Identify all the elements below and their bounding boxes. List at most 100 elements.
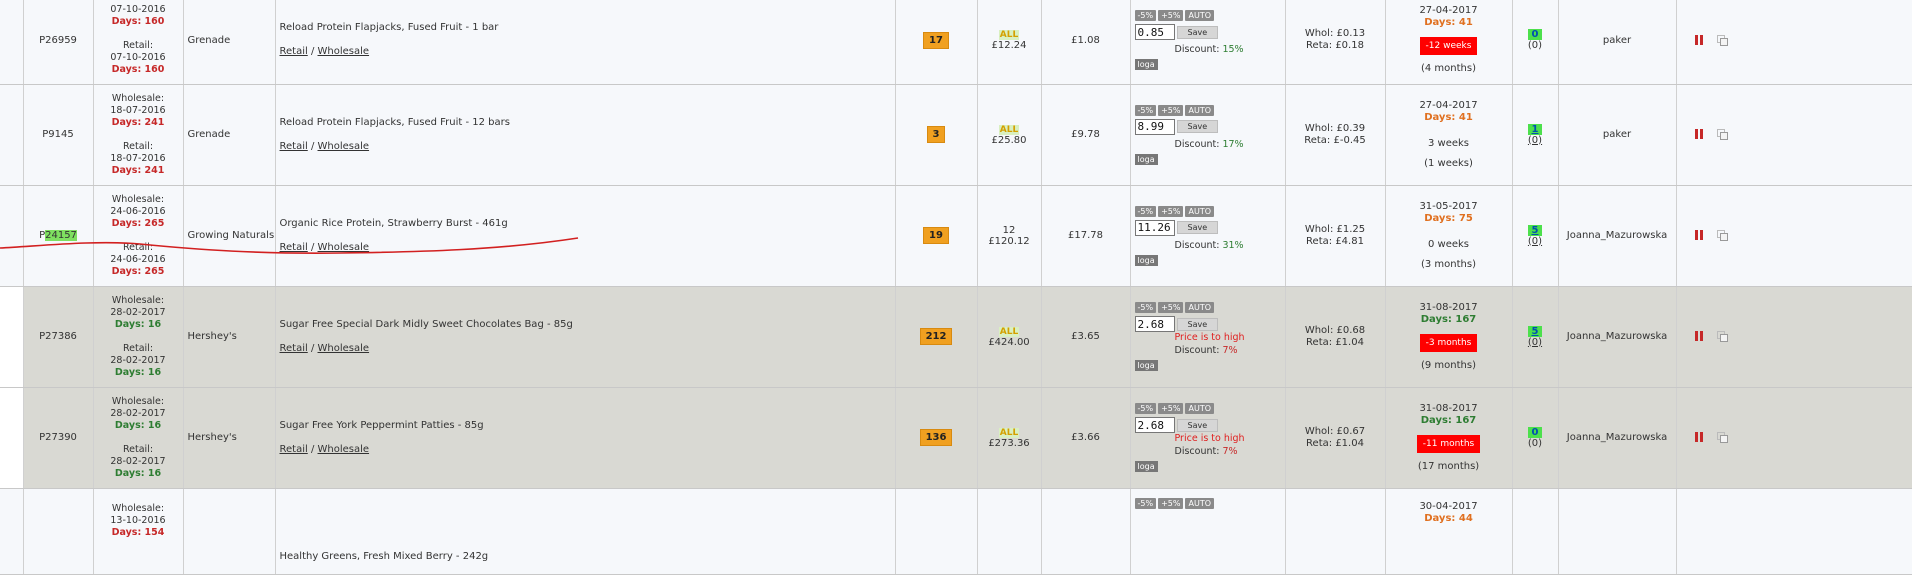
wholesale-days: Days: 154 — [111, 526, 165, 538]
orders-badge[interactable]: 5 — [1527, 224, 1543, 236]
save-button[interactable]: Save — [1176, 221, 1219, 234]
plus-5-button[interactable]: +5% — [1158, 497, 1184, 509]
dates-cell: Wholesale: 24-06-2016 Days: 265 Retail: … — [93, 185, 184, 287]
all-cell: ALL £273.36 — [977, 387, 1042, 489]
wholesale-link[interactable]: Wholesale — [318, 242, 370, 253]
retail-link[interactable]: Retail — [280, 242, 308, 253]
all-cell: ALL £25.80 — [977, 84, 1042, 186]
retail-link[interactable]: Retail — [280, 141, 308, 152]
copy-icon[interactable] — [1716, 331, 1728, 342]
minus-5-button[interactable]: -5% — [1134, 302, 1157, 313]
loga-button[interactable]: loga — [1134, 254, 1158, 266]
plus-5-button[interactable]: +5% — [1158, 403, 1184, 414]
sell-price-input[interactable] — [1134, 24, 1175, 41]
product-name: Sugar Free York Peppermint Patties - 85g — [279, 419, 484, 431]
pause-icon[interactable] — [1694, 230, 1703, 240]
wholesale-days: Days: 241 — [111, 116, 165, 128]
plus-5-button[interactable]: +5% — [1158, 10, 1184, 22]
sell-price-input[interactable] — [1134, 316, 1175, 332]
orders-badge[interactable]: 0 — [1527, 29, 1543, 41]
pause-icon[interactable] — [1694, 129, 1703, 139]
pause-icon[interactable] — [1694, 432, 1703, 442]
cost-price: £9.78 — [1041, 84, 1131, 186]
dates-cell: Wholesale: 13-10-2016 Days: 154 — [93, 488, 184, 575]
plus-5-button[interactable]: +5% — [1158, 104, 1184, 116]
auto-button[interactable]: AUTO — [1185, 104, 1214, 116]
margin-cell: Whol: £1.25 Reta: £4.81 — [1285, 185, 1386, 287]
save-button[interactable]: Save — [1176, 418, 1219, 432]
loga-button[interactable]: loga — [1134, 461, 1158, 472]
retail-link[interactable]: Retail — [280, 444, 308, 455]
brand: Grenade — [183, 84, 276, 186]
minus-5-button[interactable]: -5% — [1134, 497, 1157, 509]
pause-icon[interactable] — [1694, 331, 1703, 341]
plus-5-button[interactable]: +5% — [1158, 205, 1184, 217]
orders-sub[interactable]: (0) — [1513, 135, 1558, 146]
expiry-cell: 27-04-2017 Days: 41 -12 weeks (4 months) — [1385, 0, 1513, 85]
expiry-date: 31-08-2017 — [1419, 402, 1478, 414]
expiry-alert: -3 months — [1419, 333, 1478, 352]
brand: Hershey's — [183, 387, 276, 489]
expiry-days: Days: 41 — [1424, 111, 1473, 123]
pause-icon[interactable] — [1694, 34, 1703, 45]
retail-link[interactable]: Retail — [280, 46, 308, 57]
orders-badge[interactable]: 1 — [1527, 123, 1543, 135]
reta-label: Reta: — [1306, 40, 1333, 52]
minus-5-button[interactable]: -5% — [1134, 403, 1157, 414]
discount-value: 7% — [1222, 345, 1238, 356]
orders-cell: 0 (0) — [1512, 0, 1559, 85]
copy-icon[interactable] — [1716, 432, 1728, 443]
minus-5-button[interactable]: -5% — [1134, 205, 1157, 217]
sell-price-input[interactable] — [1134, 118, 1175, 135]
auto-button[interactable]: AUTO — [1185, 403, 1214, 414]
orders-sub[interactable]: (0) — [1513, 337, 1558, 348]
wholesale-days: Days: 265 — [111, 217, 165, 229]
user: paker — [1558, 0, 1677, 85]
sell-price-input[interactable] — [1134, 219, 1175, 236]
wholesale-label: Wholesale: — [111, 92, 165, 104]
stock-badge: 19 — [923, 227, 949, 244]
product-id: P9145 — [23, 84, 94, 186]
sell-cell: -5% +5% AUTO — [1130, 488, 1286, 575]
save-button[interactable]: Save — [1176, 25, 1219, 39]
auto-button[interactable]: AUTO — [1185, 10, 1214, 22]
brand: Growing Naturals — [183, 185, 276, 287]
margin-cell: Whol: £0.13 Reta: £0.18 — [1285, 0, 1386, 85]
all-count: 12 — [1002, 224, 1016, 236]
wholesale-link[interactable]: Wholesale — [318, 343, 370, 354]
wholesale-link[interactable]: Wholesale — [318, 141, 370, 152]
retail-days: Days: 16 — [114, 467, 162, 479]
orders-badge[interactable]: 5 — [1527, 325, 1543, 337]
wholesale-link[interactable]: Wholesale — [318, 46, 370, 57]
discount-label: Discount: — [1174, 446, 1220, 457]
product-cell: Reload Protein Flapjacks, Fused Fruit - … — [275, 0, 896, 85]
loga-button[interactable]: loga — [1134, 153, 1158, 165]
stock-badge: 3 — [926, 126, 946, 143]
all-cell: ALL £12.24 — [977, 0, 1042, 85]
minus-5-button[interactable]: -5% — [1134, 10, 1157, 22]
loga-button[interactable]: loga — [1134, 59, 1158, 71]
loga-button[interactable]: loga — [1134, 360, 1158, 371]
auto-button[interactable]: AUTO — [1185, 205, 1214, 217]
wholesale-days: Days: 16 — [114, 318, 162, 330]
save-button[interactable]: Save — [1176, 120, 1219, 133]
slash: / — [310, 342, 315, 354]
save-button[interactable]: Save — [1176, 317, 1219, 331]
auto-button[interactable]: AUTO — [1185, 302, 1214, 313]
copy-icon[interactable] — [1716, 230, 1728, 241]
row-gutter — [0, 84, 24, 186]
retail-link[interactable]: Retail — [280, 343, 308, 354]
wholesale-label: Wholesale: — [111, 502, 165, 514]
row-gutter — [0, 488, 24, 575]
plus-5-button[interactable]: +5% — [1158, 302, 1184, 313]
orders-sub[interactable]: (0) — [1513, 236, 1558, 247]
wholesale-link[interactable]: Wholesale — [318, 444, 370, 455]
copy-icon[interactable] — [1716, 129, 1728, 140]
minus-5-button[interactable]: -5% — [1134, 104, 1157, 116]
product-cell: Organic Rice Protein, Strawberry Burst -… — [275, 185, 896, 287]
table-row: P24157 Wholesale: 24-06-2016 Days: 265 R… — [0, 185, 1912, 287]
orders-badge[interactable]: 0 — [1527, 426, 1543, 438]
copy-icon[interactable] — [1716, 34, 1728, 46]
sell-price-input[interactable] — [1134, 417, 1175, 433]
auto-button[interactable]: AUTO — [1185, 497, 1214, 509]
